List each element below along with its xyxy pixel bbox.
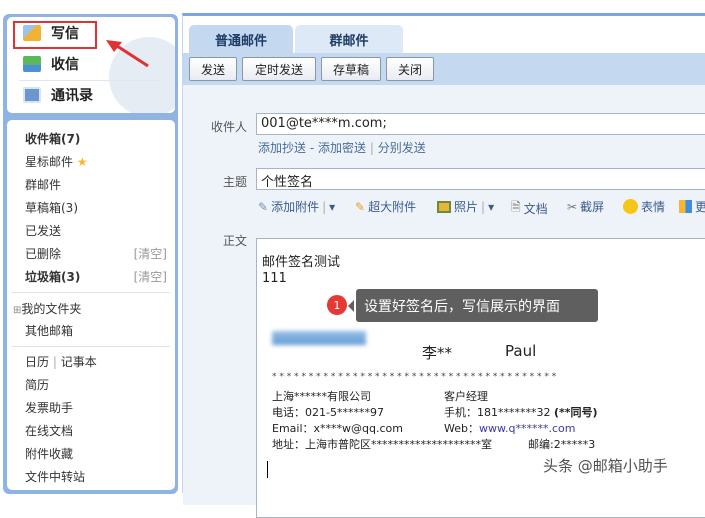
grid-icon [679, 200, 692, 213]
photo-button[interactable]: 照片 | ▾ [437, 198, 494, 215]
to-input[interactable]: 001@te****m.com; [256, 113, 705, 135]
emoji-button[interactable]: 表情 [623, 198, 665, 215]
annotation-badge: 1 [327, 295, 347, 315]
sig-email: Email：x****w@qq.com [272, 422, 403, 435]
tab-normal-mail[interactable]: 普通邮件 [189, 25, 293, 53]
sig-name-cn: 李** [422, 344, 453, 362]
inbox-download-icon [23, 56, 41, 72]
sig-web: Web：www.q******.com [444, 422, 576, 435]
sig-divider: * * * * * * * * * * * * * * * * * * * * … [272, 372, 557, 382]
notepad-link[interactable]: 记事本 [61, 355, 97, 369]
dropdown-icon[interactable]: ▾ [329, 200, 335, 214]
other-mailbox[interactable]: 其他邮箱 [25, 322, 73, 339]
sig-phone: 电话：021-5******97 [272, 406, 384, 419]
paperclip-icon: ✎ [258, 199, 269, 214]
star-icon: ★ [76, 155, 88, 169]
sig-mobile: 手机：181*******32 (**同号) [444, 406, 598, 419]
folder-drafts[interactable]: 草稿箱(3) [25, 199, 78, 216]
contacts-button[interactable]: 通讯录 [23, 85, 93, 105]
annotation-callout: 设置好签名后，写信展示的界面 [348, 289, 598, 322]
subject-input[interactable]: 个性签名 [256, 168, 705, 190]
add-attachment-button[interactable]: ✎ 添加附件 | ▾ [258, 198, 335, 215]
tool-file-transfer[interactable]: 文件中转站 [25, 468, 85, 485]
scheduled-send-button[interactable]: 定时发送 [242, 57, 316, 81]
body-label: 正文 [222, 234, 247, 248]
sig-company: 上海******有限公司 [272, 390, 371, 403]
tool-resume[interactable]: 简历 [25, 376, 49, 393]
close-button[interactable]: 关闭 [386, 57, 434, 81]
sig-title: 客户经理 [444, 390, 488, 403]
photo-icon [437, 200, 451, 213]
send-button[interactable]: 发送 [189, 57, 237, 81]
dropdown-icon[interactable]: ▾ [488, 200, 494, 214]
paperclip-gold-icon: ✎ [355, 199, 366, 214]
calendar-link[interactable]: 日历 [25, 355, 49, 369]
my-folders[interactable]: ⊞我的文件夹 [13, 300, 81, 317]
save-draft-button[interactable]: 存草稿 [321, 57, 381, 81]
sig-address: 地址：上海市普陀区********************室 [272, 438, 492, 451]
highlight-box [13, 21, 97, 49]
folder-sent[interactable]: 已发送 [25, 222, 61, 239]
receive-button[interactable]: 收信 [23, 54, 79, 74]
sig-zip: 邮编:2*****3 [528, 438, 596, 451]
to-label: 收件人 [210, 120, 247, 134]
tool-attachments[interactable]: 附件收藏 [25, 445, 73, 462]
document-icon: 🗎 [511, 200, 521, 214]
watermark: 头条 @邮箱小助手 [543, 457, 668, 475]
add-cc-link[interactable]: 添加抄送 [258, 141, 306, 155]
smiley-icon [623, 199, 638, 214]
toolbar: 发送 定时发送 存草稿 关闭 [183, 53, 705, 85]
folder-starred[interactable]: 星标邮件 ★ [25, 153, 88, 170]
folder-group[interactable]: 群邮件 [25, 176, 61, 193]
tool-docs[interactable]: 在线文档 [25, 422, 73, 439]
folder-spam[interactable]: 垃圾箱(3) [25, 268, 80, 285]
large-attachment-button[interactable]: ✎ 超大附件 [355, 198, 416, 215]
calendar-notepad: 日历 | 记事本 [25, 355, 97, 369]
more-button[interactable]: 更 [679, 198, 705, 215]
separate-send-link[interactable]: 分别发送 [378, 141, 426, 155]
arrow-icon [106, 40, 149, 68]
body-line-2: 111 [262, 271, 287, 286]
scissors-icon: ✂ [567, 199, 578, 214]
add-bcc-link[interactable]: 添加密送 [318, 141, 366, 155]
sig-web-link[interactable]: www.q******.com [479, 422, 575, 435]
tab-group-mail[interactable]: 群邮件 [295, 25, 403, 53]
tool-invoice[interactable]: 发票助手 [25, 399, 73, 416]
logo-image [272, 320, 366, 356]
sig-name-en: Paul [505, 342, 537, 360]
subject-label: 主题 [222, 175, 247, 189]
folder-inbox[interactable]: 收件箱(7) [25, 130, 80, 147]
clear-spam-link[interactable]: [清空] [134, 268, 167, 285]
document-button[interactable]: 🗎 文档 [511, 198, 548, 219]
folder-list: 收件箱(7) 星标邮件 ★ 群邮件 草稿箱(3) 已发送 已删除 [清空] 垃圾… [7, 120, 175, 490]
clear-deleted-link[interactable]: [清空] [134, 245, 167, 262]
screenshot-button[interactable]: ✂ 截屏 [567, 198, 604, 215]
text-cursor [267, 461, 268, 478]
contacts-icon [23, 87, 41, 103]
folder-deleted[interactable]: 已删除 [25, 245, 61, 262]
body-line-1: 邮件签名测试 [262, 255, 341, 270]
